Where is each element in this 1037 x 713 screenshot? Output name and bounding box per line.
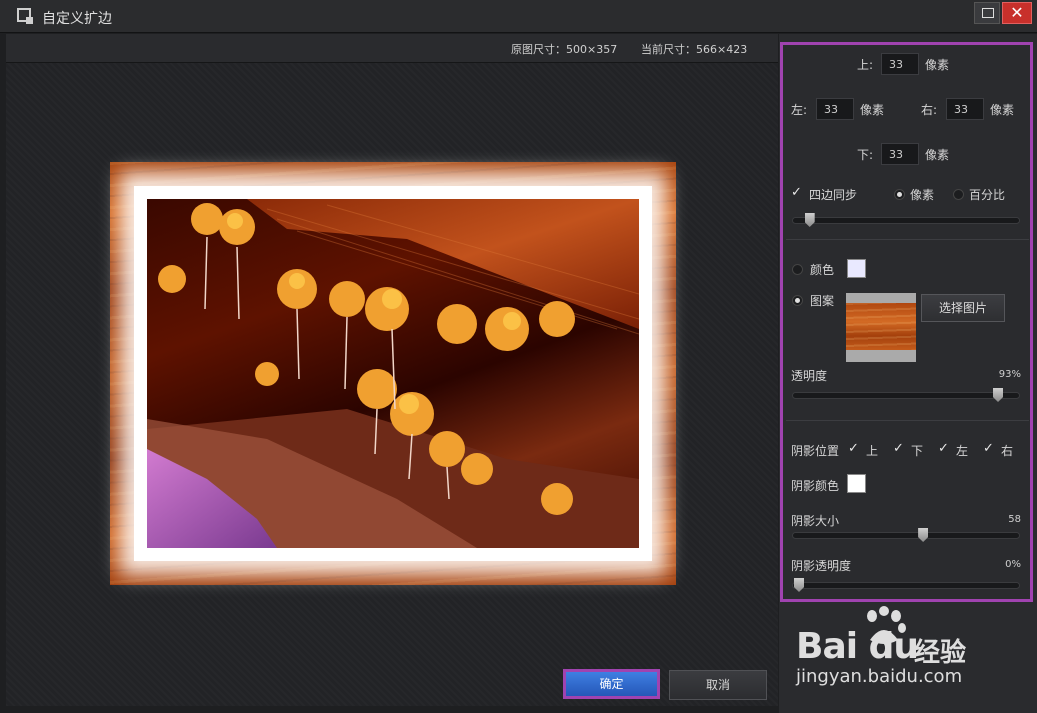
shadow-bottom-label: 下 xyxy=(911,444,924,458)
fill-pattern-radio[interactable] xyxy=(792,295,803,306)
baidu-watermark: Bai du 经验 jingyan.baidu.com xyxy=(796,604,996,694)
bottom-margin-label: 下: xyxy=(857,148,874,162)
title-bar: 自定义扩边 ✕ xyxy=(0,0,1037,33)
sync-checkbox[interactable] xyxy=(791,185,804,201)
fill-pattern-label: 图案 xyxy=(810,294,835,308)
unit-percent-radio[interactable] xyxy=(953,189,964,200)
margin-slider[interactable] xyxy=(792,213,1020,227)
left-margin-input[interactable] xyxy=(816,98,854,120)
ok-button[interactable]: 确定 xyxy=(563,669,660,699)
shadow-color-swatch[interactable] xyxy=(847,474,866,493)
shadow-top-checkbox[interactable] xyxy=(848,441,861,457)
sync-label: 四边同步 xyxy=(809,188,858,202)
watermark-brand: 经验 xyxy=(914,638,967,668)
top-margin-input[interactable] xyxy=(881,53,919,75)
shadow-left-checkbox[interactable] xyxy=(938,441,951,457)
window-title: 自定义扩边 xyxy=(42,11,112,27)
maximize-button[interactable] xyxy=(974,2,1000,24)
opacity-value: 93% xyxy=(998,369,1021,380)
size-info-bar: 原图尺寸：500×357 当前尺寸：566×423 xyxy=(6,34,778,63)
pattern-thumbnail xyxy=(846,293,916,362)
right-margin-input[interactable] xyxy=(946,98,984,120)
shadow-size-value: 58 xyxy=(1008,514,1021,525)
watermark-url: jingyan.baidu.com xyxy=(796,666,963,687)
opacity-label: 透明度 xyxy=(791,369,828,383)
bottom-margin-input[interactable] xyxy=(881,143,919,165)
shadow-opacity-slider[interactable] xyxy=(792,578,1020,592)
photo xyxy=(147,199,639,548)
close-button[interactable]: ✕ xyxy=(1002,2,1032,24)
shadow-size-slider[interactable] xyxy=(792,528,1020,542)
select-image-button[interactable]: 选择图片 xyxy=(921,294,1005,322)
shadow-bottom-checkbox[interactable] xyxy=(893,441,906,457)
maximize-icon xyxy=(982,8,994,18)
original-size-text: 原图尺寸：500×357 xyxy=(511,43,618,56)
current-size-text: 当前尺寸：566×423 xyxy=(641,43,748,56)
bottom-margin-unit: 像素 xyxy=(925,148,950,162)
unit-pixel-label: 像素 xyxy=(910,188,935,202)
top-margin-unit: 像素 xyxy=(925,58,950,72)
cancel-button[interactable]: 取消 xyxy=(669,670,767,700)
right-margin-unit: 像素 xyxy=(990,103,1015,117)
shadow-right-label: 右 xyxy=(1001,444,1014,458)
shadow-right-checkbox[interactable] xyxy=(983,441,996,457)
unit-pixel-radio[interactable] xyxy=(894,189,905,200)
shadow-top-label: 上 xyxy=(866,444,879,458)
shadow-left-label: 左 xyxy=(956,444,969,458)
section-divider xyxy=(786,420,1029,421)
shadow-size-label: 阴影大小 xyxy=(791,514,840,528)
left-margin-label: 左: xyxy=(791,103,808,117)
fill-color-radio[interactable] xyxy=(792,264,803,275)
close-icon: ✕ xyxy=(1010,3,1024,22)
preview-image xyxy=(110,162,676,585)
opacity-slider[interactable] xyxy=(792,388,1020,402)
fill-color-swatch[interactable] xyxy=(847,259,866,278)
shadow-opacity-value: 0% xyxy=(1005,559,1021,570)
paw-icon xyxy=(867,606,906,644)
preview-panel: 原图尺寸：500×357 当前尺寸：566×423 确定 取消 xyxy=(6,34,778,706)
shadow-opacity-label: 阴影透明度 xyxy=(791,559,852,573)
top-margin-label: 上: xyxy=(857,58,874,72)
left-margin-unit: 像素 xyxy=(860,103,885,117)
right-margin-label: 右: xyxy=(921,103,938,117)
shadow-color-label: 阴影颜色 xyxy=(791,479,840,493)
photo-scene xyxy=(147,199,639,548)
fill-color-label: 颜色 xyxy=(810,263,835,277)
shadow-position-label: 阴影位置 xyxy=(791,444,840,458)
unit-percent-label: 百分比 xyxy=(969,188,1006,202)
section-divider xyxy=(786,239,1029,240)
app-icon xyxy=(17,8,33,24)
